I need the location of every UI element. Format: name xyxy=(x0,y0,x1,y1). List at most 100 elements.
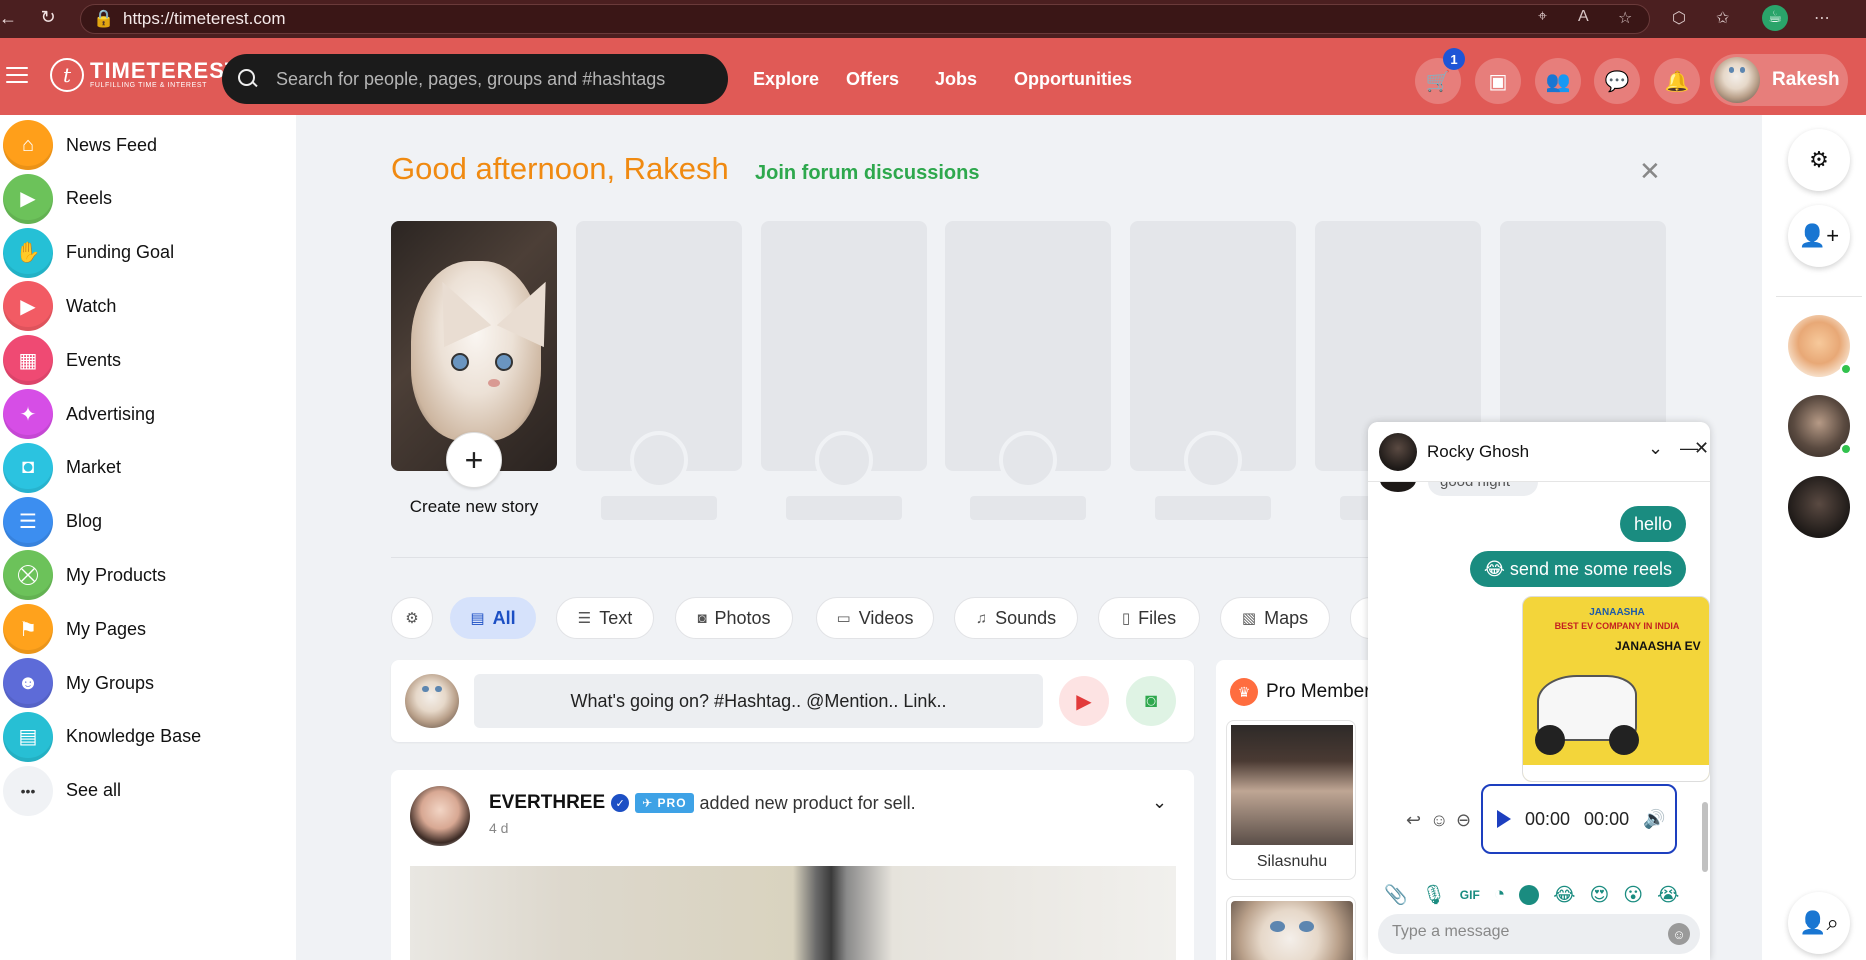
chevron-down-icon[interactable]: ⌄ xyxy=(1152,792,1167,813)
sidebar-item-knowledge-base[interactable]: ▤ Knowledge Base xyxy=(0,709,290,765)
sidebar-item-events[interactable]: ▦ Events xyxy=(0,332,290,388)
camera-icon: ◙ xyxy=(1144,689,1158,712)
emoji-wow-button[interactable]: 😮 xyxy=(1623,884,1643,907)
volume-icon[interactable]: 🔊 xyxy=(1643,809,1665,830)
filter-settings-button[interactable]: ⚙ xyxy=(391,597,433,639)
sidebar-item-my-products[interactable]: ⛒ My Products xyxy=(0,547,290,603)
filter-sounds[interactable]: ♫ Sounds xyxy=(954,597,1078,639)
sidebar-item-advertising[interactable]: ✦ Advertising xyxy=(0,386,290,442)
attach-icon[interactable]: 📎 xyxy=(1384,883,1408,907)
pro-member-card[interactable]: Silasnuhu xyxy=(1226,720,1356,880)
play-icon[interactable] xyxy=(1497,810,1511,828)
avatar[interactable] xyxy=(410,786,470,846)
logo[interactable]: t TIMETEREST FULFILLING TIME & INTEREST xyxy=(50,58,239,92)
chat-contact-name[interactable]: Rocky Ghosh xyxy=(1427,442,1529,462)
chat-image-message[interactable]: JANAASHA BEST EV COMPANY IN INDIA JANAAS… xyxy=(1522,596,1710,782)
read-aloud-icon[interactable]: A xyxy=(1578,8,1589,26)
sidebar-item-reels[interactable]: ▶ Reels xyxy=(0,171,290,227)
microphone-icon[interactable]: 🎙 xyxy=(1422,883,1446,907)
ad-tagline: BEST EV COMPANY IN INDIA xyxy=(1554,621,1680,631)
gif-button[interactable]: GIF xyxy=(1460,888,1480,902)
hamburger-icon[interactable] xyxy=(6,67,28,88)
emoji-love-button[interactable]: 😍 xyxy=(1589,884,1609,907)
nav-explore[interactable]: Explore xyxy=(753,69,819,90)
nav-opportunities[interactable]: Opportunities xyxy=(1014,69,1132,90)
emoji-picker-icon[interactable]: ☺ xyxy=(1668,923,1690,945)
sidebar-item-see-all[interactable]: ••• See all xyxy=(0,763,290,819)
filter-label: Files xyxy=(1138,607,1177,628)
remove-icon[interactable]: ⊖ xyxy=(1456,810,1471,831)
post-author[interactable]: EVERTHREE xyxy=(489,792,605,814)
filter-label: Sounds xyxy=(995,607,1057,628)
emoji-icon[interactable]: ☺ xyxy=(1430,810,1448,831)
sidebar-item-blog[interactable]: ☰ Blog xyxy=(0,494,290,550)
filter-videos[interactable]: ▭ Videos xyxy=(816,597,934,639)
forum-link[interactable]: Join forum discussions xyxy=(755,162,979,185)
messages-button[interactable]: 💬 xyxy=(1594,58,1640,104)
blog-icon: ☰ xyxy=(3,496,53,547)
more-menu-icon[interactable]: ⋯ xyxy=(1814,8,1830,28)
back-icon[interactable]: ← xyxy=(0,8,28,29)
sidebar-item-label: Watch xyxy=(66,295,117,316)
close-icon[interactable]: ✕ xyxy=(1639,156,1661,187)
contact-avatar[interactable] xyxy=(1788,476,1850,538)
audio-player: 00:00 00:00 🔊 xyxy=(1481,784,1677,854)
favorites-icon[interactable]: ✩ xyxy=(1716,8,1729,28)
cart-icon: ⛒ xyxy=(3,550,53,601)
address-bar[interactable]: 🔒 https://timeterest.com xyxy=(80,4,1650,34)
chat-message-input[interactable] xyxy=(1392,923,1652,941)
sidebar-item-my-pages[interactable]: ⚑ My Pages xyxy=(0,601,290,657)
sidebar-item-news-feed[interactable]: ⌂ News Feed xyxy=(0,117,290,173)
sticker-icon[interactable]: ◔ xyxy=(1494,884,1505,906)
filter-photos[interactable]: ◙ Photos xyxy=(675,597,793,639)
sidebar-item-watch[interactable]: ▶ Watch xyxy=(0,278,290,334)
color-picker-icon[interactable] xyxy=(1519,885,1540,905)
add-story-button[interactable]: + xyxy=(446,432,502,488)
chat-settings-button[interactable]: ⚙ xyxy=(1788,129,1850,191)
online-indicator xyxy=(1840,363,1852,375)
filter-maps[interactable]: ▧ Maps xyxy=(1220,597,1330,639)
search-icon[interactable] xyxy=(236,67,260,91)
reels-icon: ▶ xyxy=(3,173,53,224)
filter-files[interactable]: ▯ Files xyxy=(1098,597,1200,639)
emoji-cry-button[interactable]: 😭 xyxy=(1657,884,1679,907)
refresh-icon[interactable]: ↻ xyxy=(28,7,68,28)
sidebar-item-label: See all xyxy=(66,780,122,801)
extensions-icon[interactable]: ⬡ xyxy=(1672,8,1686,28)
close-icon[interactable]: ✕ xyxy=(1694,438,1709,459)
filter-label: All xyxy=(492,607,516,628)
user-menu[interactable]: Rakesh xyxy=(1710,54,1848,106)
sidebar-item-market[interactable]: ◘ Market xyxy=(0,440,290,496)
sidebar-item-label: My Groups xyxy=(66,672,155,693)
profile-icon[interactable]: ☕ xyxy=(1762,5,1788,31)
nav-jobs[interactable]: Jobs xyxy=(935,69,977,90)
friends-button[interactable]: 👥 xyxy=(1535,58,1581,104)
search-input[interactable] xyxy=(276,68,716,90)
sidebar-item-my-groups[interactable]: ☻ My Groups xyxy=(0,655,290,711)
chevron-down-icon[interactable]: ⌄ xyxy=(1648,438,1663,459)
pro-member-card[interactable] xyxy=(1226,896,1356,960)
wallet-button[interactable]: ▣ xyxy=(1475,58,1521,104)
sidebar-item-funding-goal[interactable]: ✋ Funding Goal xyxy=(0,225,290,281)
filter-label: Maps xyxy=(1264,607,1309,628)
emoji-laugh-button[interactable]: 😂 xyxy=(1553,884,1575,907)
notifications-button[interactable]: 🔔 xyxy=(1654,58,1700,104)
composer-input[interactable] xyxy=(474,674,1043,728)
add-friend-button[interactable]: 👤+ xyxy=(1788,205,1850,267)
filter-all[interactable]: ▤ All xyxy=(450,597,536,639)
post-image[interactable] xyxy=(410,866,1176,960)
live-video-button[interactable]: ▶ xyxy=(1059,676,1109,726)
search-contacts-button[interactable]: 👤⌕ xyxy=(1788,892,1850,954)
sidebar-item-label: Advertising xyxy=(66,403,156,424)
member-photo xyxy=(1231,901,1353,960)
favorite-star-icon[interactable]: ☆ xyxy=(1618,8,1632,28)
photo-button[interactable]: ◙ xyxy=(1126,676,1176,726)
filter-text[interactable]: ☰ Text xyxy=(556,597,654,639)
avatar[interactable] xyxy=(1379,433,1417,471)
chat-scrollbar[interactable] xyxy=(1702,802,1708,872)
verified-icon: ✓ xyxy=(611,794,630,812)
nav-offers[interactable]: Offers xyxy=(846,69,899,90)
location-icon[interactable]: ⌖ xyxy=(1538,8,1547,26)
reply-icon[interactable]: ↩ xyxy=(1406,810,1421,831)
story-kitten-image xyxy=(411,261,557,441)
